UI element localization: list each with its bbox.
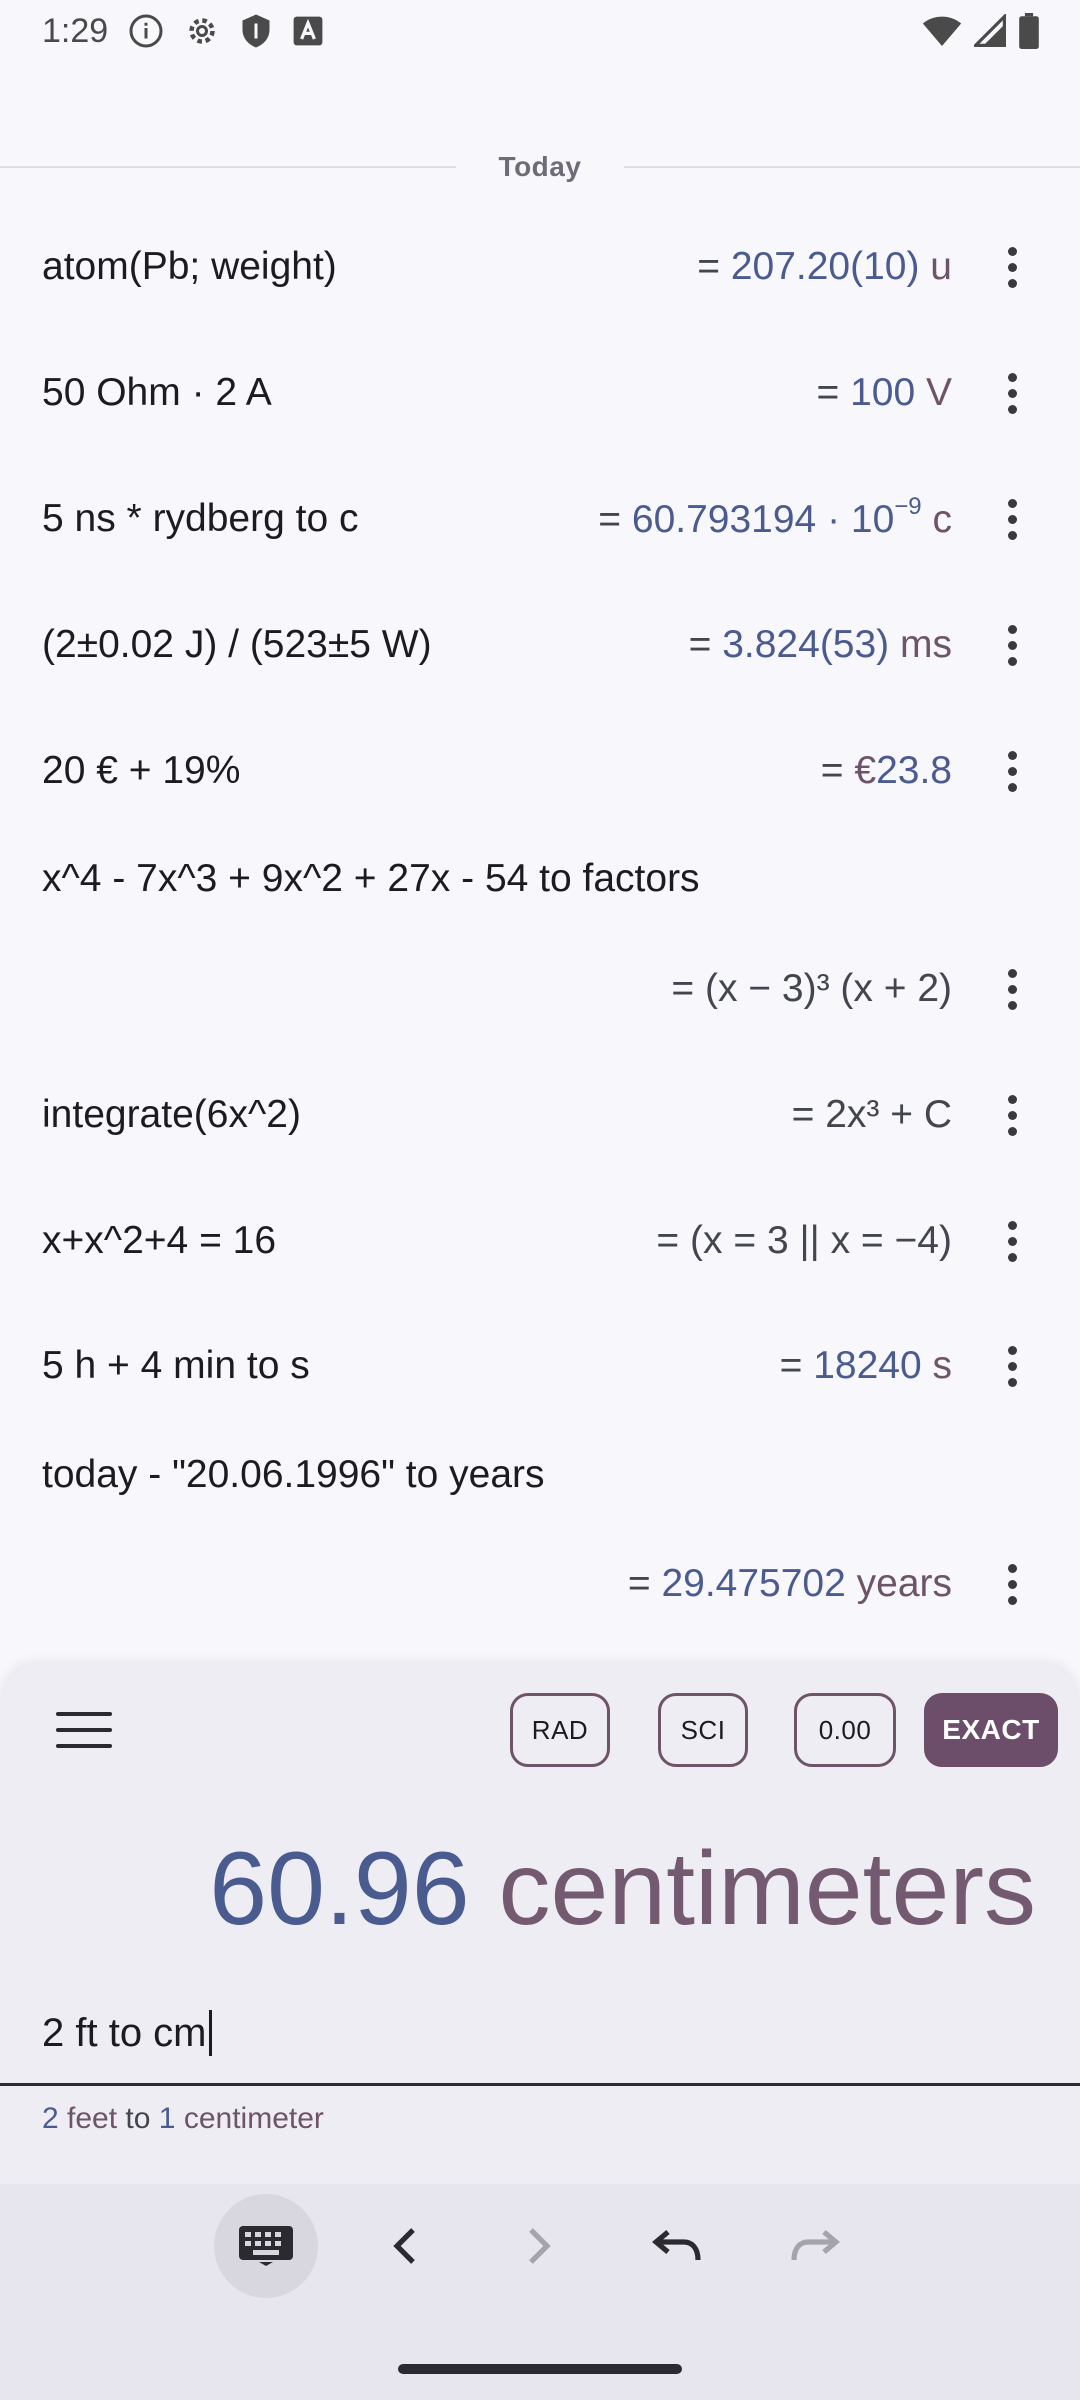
more-options-icon[interactable]: [988, 1331, 1036, 1401]
history-result: = (x − 3)³ (x + 2): [671, 967, 952, 1010]
history-result: = 3.824(53) ms: [688, 623, 952, 666]
history-item[interactable]: integrate(6x^2) = 2x³ + C: [0, 1070, 1080, 1160]
history-item[interactable]: 5 ns * rydberg to c = 60.793194 · 10−9 c: [0, 474, 1080, 564]
battery-icon: [1018, 13, 1040, 49]
history-expression: 20 € + 19%: [42, 749, 241, 792]
history-item[interactable]: 20 € + 19% = €23.8: [0, 726, 1080, 816]
undo-icon[interactable]: [626, 2194, 730, 2298]
precision-button[interactable]: 0.00: [794, 1693, 896, 1767]
more-options-icon[interactable]: [988, 736, 1036, 806]
history-item-result-line[interactable]: = (x − 3)³ (x + 2): [0, 944, 1080, 1034]
more-options-icon[interactable]: [988, 1549, 1036, 1619]
day-label: Today: [498, 151, 582, 182]
info-icon: [128, 13, 164, 49]
history-result: = 18240 s: [779, 1344, 952, 1387]
more-options-icon[interactable]: [988, 610, 1036, 680]
current-result-unit: centimeters: [498, 1831, 1036, 1947]
text-accessibility-icon: [292, 15, 324, 47]
cursor-left-icon[interactable]: [352, 2194, 456, 2298]
more-options-icon[interactable]: [988, 1080, 1036, 1150]
history-expression: integrate(6x^2): [42, 1093, 301, 1136]
history-item[interactable]: x+x^2+4 = 16 = (x = 3 || x = −4): [0, 1196, 1080, 1286]
more-options-icon[interactable]: [988, 954, 1036, 1024]
history-expression: 5 ns * rydberg to c: [42, 497, 359, 540]
input-underline: [0, 2083, 1080, 2086]
home-indicator[interactable]: [398, 2364, 682, 2374]
more-options-icon[interactable]: [988, 232, 1036, 302]
text-cursor: [208, 2010, 212, 2056]
history-item[interactable]: 50 Ohm · 2 A = 100 V: [0, 348, 1080, 438]
history-expression: x+x^2+4 = 16: [42, 1219, 277, 1262]
exact-mode-button[interactable]: EXACT: [924, 1693, 1058, 1767]
angle-mode-button[interactable]: RAD: [510, 1693, 610, 1767]
interpretation-hint: 2 feet to 1 centimeter: [42, 2102, 324, 2135]
status-time: 1:29: [42, 11, 109, 50]
history-expression: atom(Pb; weight): [42, 245, 337, 288]
history-item[interactable]: 5 h + 4 min to s = 18240 s: [0, 1321, 1080, 1411]
history-result: = 207.20(10) u: [697, 245, 952, 288]
history-item[interactable]: atom(Pb; weight) = 207.20(10) u: [0, 222, 1080, 312]
history-expression: today - "20.06.1996" to years: [42, 1453, 545, 1496]
more-options-icon[interactable]: [988, 484, 1036, 554]
current-result: 60.96 centimeters: [209, 1830, 1036, 1949]
more-options-icon[interactable]: [988, 1206, 1036, 1276]
history-result: = 2x³ + C: [791, 1093, 952, 1136]
day-divider: Today: [0, 145, 1080, 189]
keyboard-icon[interactable]: [214, 2194, 318, 2298]
status-bar: 1:29: [0, 0, 1080, 62]
history-item-result-line[interactable]: = 29.475702 years: [0, 1539, 1080, 1629]
history-expression: (2±0.02 J) / (523±5 W): [42, 623, 432, 666]
history-result: = 29.475702 years: [627, 1562, 952, 1605]
history-item[interactable]: (2±0.02 J) / (523±5 W) = 3.824(53) ms: [0, 600, 1080, 690]
history-result: = (x = 3 || x = −4): [656, 1219, 952, 1262]
expression-input[interactable]: 2 ft to cm: [42, 2010, 212, 2056]
more-options-icon[interactable]: [988, 358, 1036, 428]
history-item[interactable]: x^4 - 7x^3 + 9x^2 + 27x - 54 to factors: [0, 834, 1080, 924]
history-expression: 50 Ohm · 2 A: [42, 371, 272, 414]
redo-icon[interactable]: [762, 2194, 866, 2298]
menu-icon[interactable]: [56, 1712, 112, 1748]
history-result: = 60.793194 · 10−9 c: [598, 492, 952, 541]
history-result: = 100 V: [816, 371, 952, 414]
history-expression: 5 h + 4 min to s: [42, 1344, 310, 1387]
signal-icon: [974, 14, 1006, 48]
wifi-icon: [922, 14, 962, 48]
history-expression: x^4 - 7x^3 + 9x^2 + 27x - 54 to factors: [42, 857, 700, 900]
history-result: = €23.8: [820, 749, 952, 792]
notation-mode-button[interactable]: SCI: [658, 1693, 748, 1767]
gear-icon: [184, 13, 220, 49]
current-result-value: 60.96: [209, 1831, 470, 1947]
expression-input-text: 2 ft to cm: [42, 2010, 207, 2055]
shield-icon: [240, 13, 272, 49]
cursor-right-icon[interactable]: [488, 2194, 592, 2298]
history-item[interactable]: today - "20.06.1996" to years: [0, 1430, 1080, 1520]
